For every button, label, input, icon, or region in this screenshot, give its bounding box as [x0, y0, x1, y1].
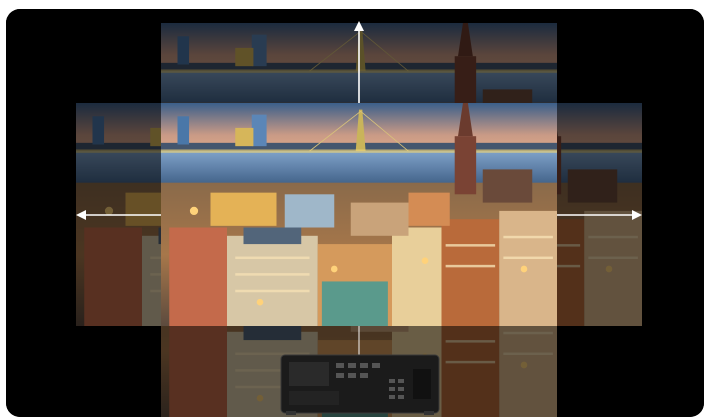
projected-image	[161, 103, 557, 326]
projection-scene	[6, 9, 704, 417]
projector-icon	[280, 354, 440, 415]
lens-shift-illustration	[6, 9, 704, 417]
